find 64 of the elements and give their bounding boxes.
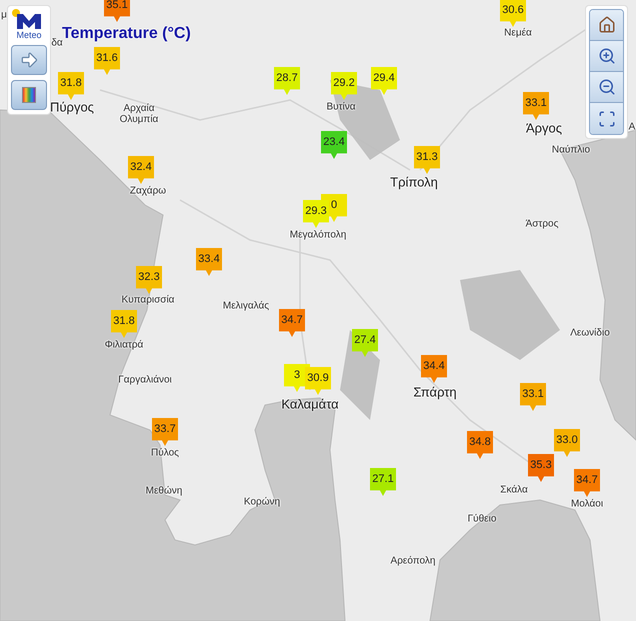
- temperature-marker[interactable]: 29.4: [371, 67, 397, 95]
- temperature-marker[interactable]: 34.7: [279, 309, 305, 337]
- temperature-marker[interactable]: 33.4: [196, 248, 222, 276]
- temperature-marker[interactable]: 32.3: [136, 266, 162, 294]
- temperature-marker[interactable]: 30.6: [500, 0, 526, 27]
- zoom-out-icon: [598, 78, 616, 96]
- logo-text: Meteo: [16, 30, 42, 40]
- temperature-marker[interactable]: 34.4: [421, 355, 447, 383]
- place-label: Σκάλα: [500, 484, 528, 496]
- home-icon: [598, 16, 616, 34]
- place-label: μ: [1, 10, 7, 20]
- temperature-marker[interactable]: 32.4: [128, 156, 154, 184]
- zoom-in-icon: [598, 47, 616, 65]
- place-label: Λεωνίδιο: [570, 328, 610, 338]
- temperature-marker[interactable]: 35.1: [104, 0, 130, 22]
- legend-button[interactable]: [11, 80, 47, 110]
- place-label: Τρίπολη: [390, 176, 438, 188]
- home-button[interactable]: [590, 10, 623, 41]
- temperature-marker[interactable]: 31.6: [94, 47, 120, 75]
- next-button[interactable]: [11, 45, 47, 75]
- place-label: Αρεόπολη: [390, 556, 436, 566]
- place-label: Κυπαρισσία: [122, 294, 174, 306]
- place-label: Α: [628, 122, 636, 132]
- place-label: Φιλιατρά: [104, 340, 144, 350]
- place-label: Γαργαλιάνοι: [118, 374, 172, 386]
- place-label: δα: [51, 38, 63, 48]
- map-title: Temperature (°C): [62, 24, 191, 42]
- place-label: Ναύπλιο: [552, 144, 590, 156]
- zoom-out-button[interactable]: [590, 72, 623, 103]
- place-label: Κορώνη: [244, 496, 280, 508]
- place-label: Καλαμάτα: [281, 398, 339, 410]
- temperature-marker[interactable]: 34.7: [574, 469, 600, 497]
- temperature-marker[interactable]: 33.0: [554, 429, 580, 457]
- zoom-extent-button[interactable]: [590, 103, 623, 134]
- place-label: Γύθειο: [468, 514, 496, 524]
- temperature-marker[interactable]: 23.4: [321, 131, 347, 159]
- zoom-in-button[interactable]: [590, 41, 623, 72]
- temperature-marker[interactable]: 28.7: [274, 67, 300, 95]
- place-label: Βυτίνα: [326, 102, 356, 112]
- place-label: Μολάοι: [570, 498, 604, 510]
- temperature-marker[interactable]: 27.1: [370, 468, 396, 496]
- temperature-marker[interactable]: 34.8: [467, 431, 493, 459]
- temperature-marker[interactable]: 29.3: [303, 200, 329, 228]
- temperature-marker[interactable]: 30.9: [305, 367, 331, 395]
- place-label: Μεθώνη: [146, 486, 182, 496]
- place-label: Άστρος: [526, 218, 558, 230]
- place-label: Πύλος: [151, 448, 179, 458]
- place-label: Πύργος: [50, 102, 94, 112]
- place-label: Άργος: [526, 122, 562, 134]
- temperature-marker[interactable]: 33.1: [523, 92, 549, 120]
- arrow-right-icon: [19, 50, 39, 70]
- place-label: Μεγαλόπολη: [290, 230, 346, 240]
- place-label: Νεμέα: [504, 28, 532, 38]
- color-spectrum-icon: [22, 87, 36, 103]
- place-label: Σπάρτη: [413, 386, 457, 398]
- place-label: Μελιγαλάς: [222, 300, 270, 312]
- temperature-marker[interactable]: 31.3: [414, 146, 440, 174]
- zoom-extent-icon: [598, 110, 616, 128]
- place-label: Αρχαία Ολυμπία: [118, 103, 160, 125]
- temperature-marker[interactable]: 35.3: [528, 454, 554, 482]
- temperature-marker[interactable]: 33.7: [152, 418, 178, 446]
- place-label: Ζαχάρω: [130, 186, 166, 196]
- temperature-marker[interactable]: 31.8: [58, 72, 84, 100]
- temperature-marker[interactable]: 33.1: [520, 383, 546, 411]
